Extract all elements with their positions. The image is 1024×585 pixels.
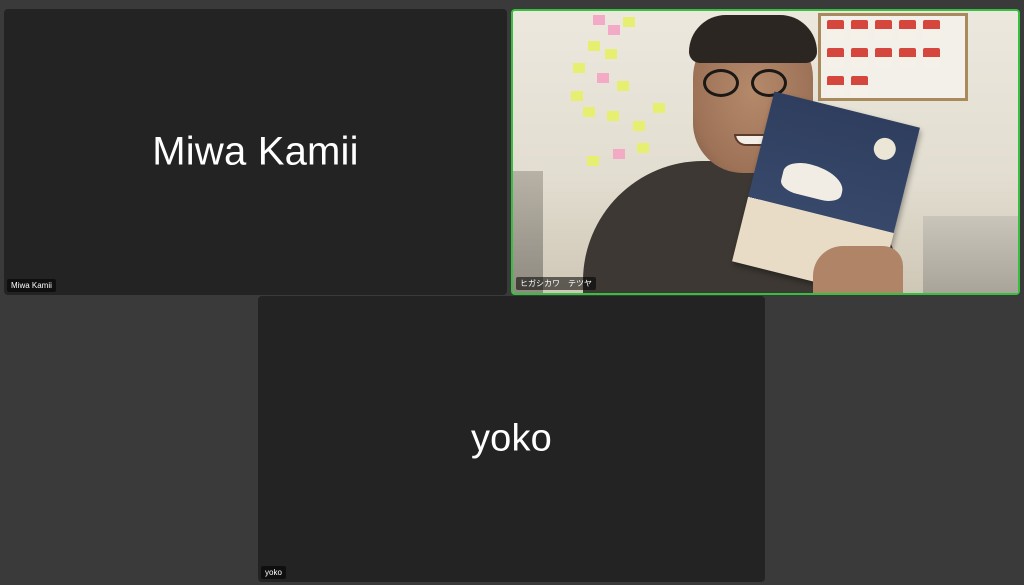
- participant-name-tag: ヒガシカワ テツヤ: [516, 277, 596, 290]
- moon-graphic: [871, 135, 899, 163]
- horse-graphic: [778, 158, 847, 205]
- shelf: [513, 171, 543, 293]
- glasses-left: [703, 69, 739, 97]
- participant-tile-active-speaker[interactable]: ヒガシカワ テツヤ: [511, 9, 1020, 295]
- participant-name-tag: yoko: [261, 566, 286, 579]
- hand: [813, 246, 903, 293]
- participant-display-name: yoko: [470, 417, 553, 460]
- participant-display-name: Miwa Kamii: [152, 129, 359, 174]
- participant-name-tag: Miwa Kamii: [7, 279, 56, 292]
- desk-items: [923, 216, 1018, 293]
- video-feed: [513, 11, 1018, 293]
- wall-poster: [818, 13, 968, 101]
- participant-tile-miwa-kamii[interactable]: Miwa Kamii Miwa Kamii: [4, 9, 507, 295]
- participant-tile-yoko[interactable]: yoko yoko: [258, 296, 765, 582]
- person-hair: [689, 15, 817, 63]
